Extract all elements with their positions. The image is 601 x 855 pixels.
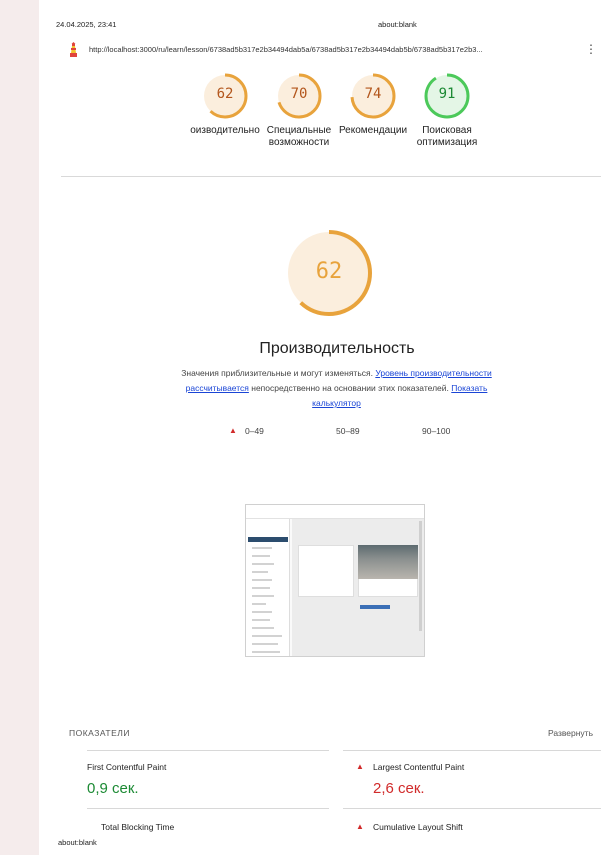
gauge-label-line: Рекомендации [338, 125, 408, 136]
metric-divider [87, 808, 329, 809]
gauge-best-practices[interactable]: 74 Рекомендации [333, 72, 413, 137]
gauge-score: 62 [216, 86, 234, 102]
print-footer-url: about:blank [58, 838, 97, 847]
fail-triangle-icon: ▲ [356, 762, 364, 771]
category-description: Значения приблизительные и могут изменят… [179, 366, 494, 411]
score-legend: ▲ 0–49 50–89 90–100 [229, 426, 469, 438]
gauge-accessibility[interactable]: 70 Специальные возможности [259, 72, 339, 149]
score-gauges: 62 оизводительно 70 Специальные возможно… [39, 72, 601, 172]
metric-tbt: Total Blocking Time [101, 822, 174, 832]
print-title: about:blank [378, 20, 417, 29]
description-text: Значения приблизительные и могут изменят… [181, 368, 376, 378]
lighthouse-icon [70, 41, 77, 57]
gauge-label: оизводительно [185, 125, 265, 137]
screenshot-topbar [246, 505, 424, 519]
metric-cls: ▲ Cumulative Layout Shift [356, 822, 463, 832]
gauge-label-line: Специальные [266, 125, 332, 136]
page-url[interactable]: http://localhost:3000/ru/learn/lesson/67… [89, 45, 483, 54]
screenshot-main [292, 519, 424, 656]
metric-divider [87, 750, 329, 751]
metric-divider [343, 750, 601, 751]
metric-name: Largest Contentful Paint [373, 762, 465, 772]
gauge-seo[interactable]: 91 Поисковая оптимизация [407, 72, 487, 149]
screenshot-sidebar [246, 519, 290, 656]
metric-name: Cumulative Layout Shift [373, 822, 463, 832]
gauge-score: 91 [438, 86, 456, 102]
metric-lcp: ▲ Largest Contentful Paint 2,6 сек. [356, 762, 465, 797]
metric-name: First Contentful Paint [87, 762, 167, 772]
category-score: 62 [315, 259, 343, 284]
legend-pass: 90–100 [422, 426, 451, 436]
gauge-performance[interactable]: 62 оизводительно [185, 72, 265, 137]
expand-button[interactable]: Развернуть [548, 728, 593, 738]
gauge-label-line: Поисковая [422, 125, 472, 136]
category-title: Производительность [259, 340, 415, 357]
legend-fail: 0–49 [245, 426, 264, 436]
gauge-label-line: оизводительно [190, 125, 260, 136]
gauge-label: Рекомендации [333, 125, 413, 137]
description-text: непосредственно на основании этих показа… [248, 383, 452, 393]
gauge-label-line: оптимизация [416, 137, 478, 148]
metric-divider [343, 808, 601, 809]
video-thumbnail [358, 545, 418, 579]
metric-name: Total Blocking Time [101, 822, 175, 832]
fail-triangle-icon: ▲ [356, 822, 364, 831]
metric-fcp: First Contentful Paint 0,9 сек. [87, 762, 166, 797]
print-datetime: 24.04.2025, 23:41 [56, 20, 117, 29]
print-header: 24.04.2025, 23:41 about:blank [56, 20, 591, 29]
kebab-menu-icon[interactable]: ⋮ [585, 40, 597, 58]
final-screenshot [245, 504, 425, 657]
gauge-score: 70 [290, 86, 308, 102]
metrics-heading: ПОКАЗАТЕЛИ [69, 728, 130, 738]
gauge-label: Специальные возможности [259, 125, 339, 149]
fail-triangle-icon: ▲ [229, 426, 237, 435]
metric-value: 2,6 сек. [373, 780, 425, 797]
legend-average: 50–89 [336, 426, 360, 436]
section-divider [61, 176, 601, 177]
category-gauge: 62 [284, 228, 374, 318]
gauge-label: Поисковая оптимизация [407, 125, 487, 149]
gauge-score: 74 [364, 86, 382, 102]
report-page: 24.04.2025, 23:41 about:blank http://loc… [39, 0, 601, 855]
gauge-label-line: возможности [268, 137, 330, 148]
metric-value: 0,9 сек. [87, 780, 139, 797]
address-bar[interactable]: http://localhost:3000/ru/learn/lesson/67… [67, 40, 601, 58]
